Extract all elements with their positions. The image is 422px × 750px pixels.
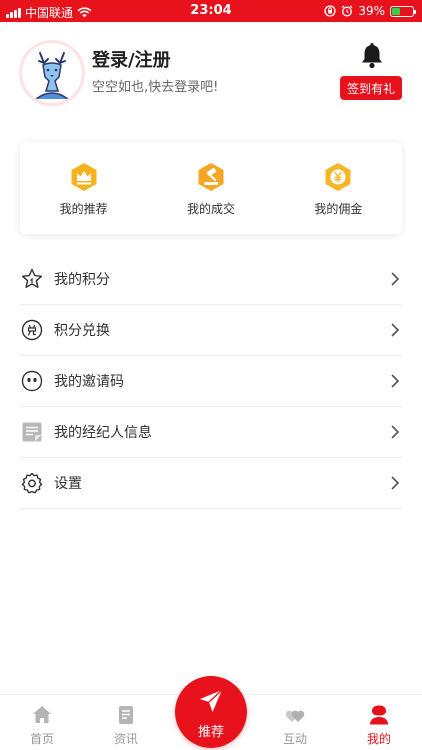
quick-label-deals: 我的成交 (186, 202, 235, 216)
menu-label: 积分兑换 (54, 323, 110, 339)
quick-label-commission: 我的佣金 (314, 202, 363, 216)
crown-icon (71, 163, 97, 191)
orientation-lock-icon (324, 5, 336, 17)
document-icon (22, 422, 42, 442)
bell-icon[interactable] (358, 42, 386, 70)
battery-icon (390, 5, 416, 17)
quick-label-recommend: 我的推荐 (59, 202, 108, 216)
gavel-icon (198, 163, 224, 191)
tab-mine[interactable]: 我的 (349, 695, 409, 750)
tab-home[interactable]: 首页 (12, 695, 72, 750)
login-hint: 空空如也,快去登录吧! (92, 80, 219, 95)
avatar[interactable] (22, 43, 82, 103)
menu-label: 我的邀请码 (54, 374, 124, 390)
chevron-right-icon (391, 476, 400, 490)
star-icon (21, 268, 43, 288)
chevron-right-icon (391, 374, 400, 388)
news-icon (119, 706, 133, 724)
exchange-icon (21, 319, 43, 341)
menu-label: 我的经纪人信息 (54, 425, 152, 441)
yen-icon (325, 163, 351, 191)
tab-label-news: 资讯 (113, 732, 138, 746)
menu-item-points-exchange[interactable]: 积分兑换 (20, 305, 402, 356)
home-icon (33, 706, 51, 723)
quick-item-commission[interactable]: 我的佣金 (275, 142, 402, 234)
invite-code-icon (21, 370, 43, 392)
menu-item-points[interactable]: 我的积分 (20, 254, 402, 305)
tab-label-mine: 我的 (366, 732, 391, 746)
deer-avatar-icon (22, 43, 82, 103)
status-bar: 中国联通 23:04 39% (0, 0, 422, 22)
menu-item-settings[interactable]: 设置 (20, 458, 402, 509)
menu-label: 我的积分 (54, 272, 110, 288)
hearts-icon (285, 710, 305, 722)
chevron-right-icon (391, 272, 400, 286)
battery-percent: 39% (358, 4, 385, 18)
quick-item-deals[interactable]: 我的成交 (147, 142, 274, 234)
alarm-icon (341, 5, 353, 17)
signin-reward-button[interactable]: 签到有礼 (340, 76, 402, 100)
menu-list: 我的积分 积分兑换 我的邀请码 我的经纪人信息 设置 (20, 254, 402, 509)
tab-news[interactable]: 资讯 (96, 695, 156, 750)
chevron-right-icon (391, 425, 400, 439)
quick-item-recommend[interactable]: 我的推荐 (20, 142, 147, 234)
quick-actions-card: 我的推荐 我的成交 我的佣金 (20, 142, 402, 234)
tab-label-recommend: 推荐 (197, 724, 224, 740)
tab-recommend[interactable]: 推荐 (175, 676, 247, 748)
user-icon (370, 705, 388, 725)
send-arrow-icon (200, 688, 223, 712)
login-register-link[interactable]: 登录/注册 (92, 46, 171, 72)
chevron-right-icon (391, 323, 400, 337)
menu-item-invite-code[interactable]: 我的邀请码 (20, 356, 402, 407)
tab-label-home: 首页 (29, 732, 54, 746)
menu-label: 设置 (54, 476, 82, 492)
tab-label-interact: 互动 (282, 732, 307, 746)
menu-item-agent-info[interactable]: 我的经纪人信息 (20, 407, 402, 458)
tab-interact[interactable]: 互动 (265, 695, 325, 750)
settings-icon (21, 472, 43, 494)
